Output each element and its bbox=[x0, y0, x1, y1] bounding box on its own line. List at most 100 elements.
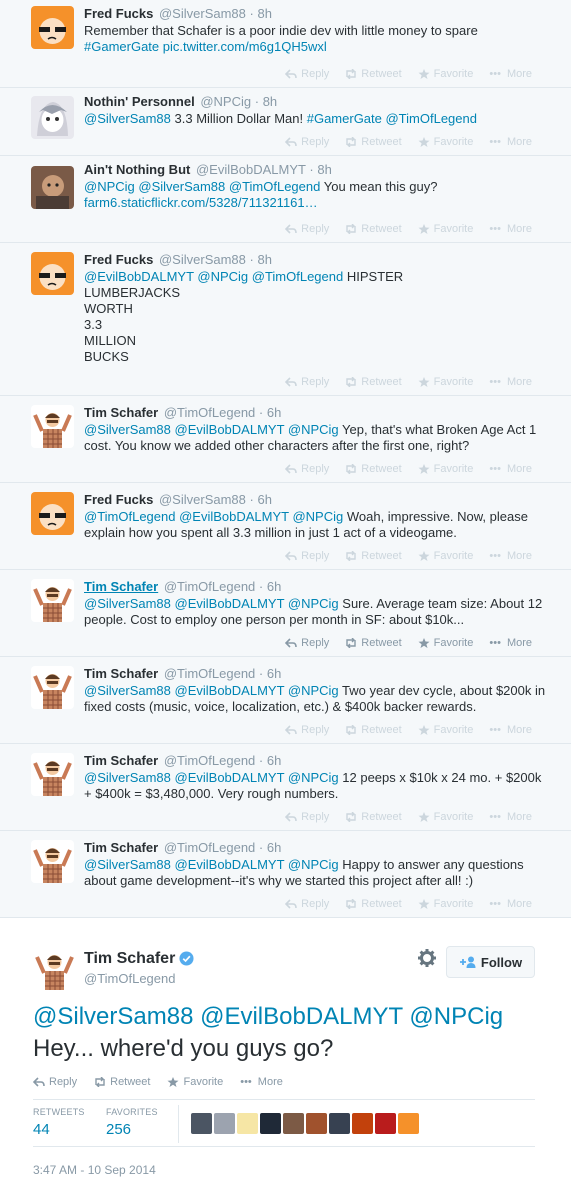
favorite-button[interactable]: Favorite bbox=[418, 549, 473, 563]
tweet[interactable]: Tim Schafer @TimOfLegend · 6h @SilverSam… bbox=[0, 657, 571, 744]
favorite-button[interactable]: Favorite bbox=[418, 636, 473, 650]
favorite-button[interactable]: Favorite bbox=[418, 222, 473, 236]
author-name[interactable]: Nothin' Personnel bbox=[84, 94, 195, 109]
tweet-time[interactable]: 6h bbox=[267, 753, 281, 768]
follow-button[interactable]: Follow bbox=[446, 946, 535, 978]
author-name[interactable]: Tim Schafer bbox=[84, 405, 158, 420]
reply-button[interactable]: Reply bbox=[285, 723, 329, 737]
reply-button[interactable]: Reply bbox=[33, 1076, 77, 1088]
mention-link[interactable]: @SilverSam88 @EvilBobDALMYT @NPCig bbox=[84, 770, 339, 785]
tweet-time[interactable]: 8h bbox=[263, 94, 277, 109]
avatar[interactable] bbox=[306, 1113, 327, 1134]
hashtag-link[interactable]: #GamerGate @TimOfLegend bbox=[307, 111, 477, 126]
url-link[interactable]: farm6.staticflickr.com/5328/711321161… bbox=[84, 195, 318, 210]
avatar[interactable] bbox=[214, 1113, 235, 1134]
author-name[interactable]: Fred Fucks bbox=[84, 252, 153, 267]
reply-button[interactable]: Reply bbox=[285, 897, 329, 911]
avatar[interactable] bbox=[31, 96, 74, 139]
favorite-button[interactable]: Favorite bbox=[418, 897, 473, 911]
author-name[interactable]: Tim Schafer bbox=[84, 840, 158, 855]
reply-button[interactable]: Reply bbox=[285, 135, 329, 149]
avatar[interactable] bbox=[31, 166, 74, 209]
mention-link[interactable]: @SilverSam88 @EvilBobDALMYT @NPCig bbox=[84, 596, 339, 611]
author-handle[interactable]: @SilverSam88 bbox=[159, 252, 246, 267]
tweet[interactable]: Fred Fucks @SilverSam88 · 8h @EvilBobDAL… bbox=[0, 243, 571, 396]
favorites-stat[interactable]: FAVORITES 256 bbox=[106, 1107, 158, 1138]
reply-button[interactable]: Reply bbox=[285, 222, 329, 236]
author-name[interactable]: Fred Fucks bbox=[84, 6, 153, 21]
tweet[interactable]: Fred Fucks @SilverSam88 · 6h @TimOfLegen… bbox=[0, 483, 571, 570]
author-name[interactable]: Tim Schafer bbox=[84, 579, 158, 594]
reply-button[interactable]: Reply bbox=[285, 375, 329, 389]
tweet[interactable]: Tim Schafer @TimOfLegend · 6h @SilverSam… bbox=[0, 831, 571, 918]
more-button[interactable]: ••• More bbox=[489, 462, 532, 476]
favorite-button[interactable]: Favorite bbox=[418, 375, 473, 389]
retweet-button[interactable]: Retweet bbox=[345, 135, 402, 149]
more-button[interactable]: ••• More bbox=[489, 375, 532, 389]
reply-button[interactable]: Reply bbox=[285, 67, 329, 81]
more-button[interactable]: ••• More bbox=[489, 636, 532, 650]
favorite-button[interactable]: Favorite bbox=[418, 723, 473, 737]
avatar[interactable] bbox=[191, 1113, 212, 1134]
author-handle[interactable]: @TimOfLegend bbox=[164, 405, 255, 420]
retweet-button[interactable]: Retweet bbox=[345, 897, 402, 911]
mention-link[interactable]: @SilverSam88 bbox=[84, 111, 171, 126]
author-handle[interactable]: @TimOfLegend bbox=[84, 971, 175, 986]
mention-link[interactable]: @SilverSam88 @EvilBobDALMYT @NPCig bbox=[84, 422, 339, 437]
reply-button[interactable]: Reply bbox=[285, 549, 329, 563]
author-name[interactable]: Tim Schafer bbox=[84, 950, 175, 968]
tweet-time[interactable]: 8h bbox=[257, 252, 271, 267]
hashtag-link[interactable]: #GamerGate pic.twitter.com/m6g1QH5wxl bbox=[84, 39, 327, 54]
retweet-button[interactable]: Retweet bbox=[345, 222, 402, 236]
retweets-stat[interactable]: RETWEETS 44 bbox=[33, 1107, 85, 1138]
favorite-button[interactable]: Favorite bbox=[418, 810, 473, 824]
avatar[interactable] bbox=[283, 1113, 304, 1134]
retweet-button[interactable]: Retweet bbox=[345, 549, 402, 563]
reply-button[interactable]: Reply bbox=[285, 810, 329, 824]
tweet[interactable]: Tim Schafer @TimOfLegend · 6h @SilverSam… bbox=[0, 396, 571, 483]
mention-link[interactable]: @TimOfLegend @EvilBobDALMYT @NPCig bbox=[84, 509, 343, 524]
avatar[interactable] bbox=[31, 666, 74, 709]
avatar[interactable] bbox=[398, 1113, 419, 1134]
author-handle[interactable]: @EvilBobDALMYT bbox=[196, 162, 306, 177]
tweet-time[interactable]: 6h bbox=[267, 840, 281, 855]
retweet-button[interactable]: Retweet bbox=[345, 375, 402, 389]
avatar[interactable] bbox=[31, 579, 74, 622]
more-button[interactable]: ••• More bbox=[489, 897, 532, 911]
author-name[interactable]: Tim Schafer bbox=[84, 666, 158, 681]
author-name[interactable]: Ain't Nothing But bbox=[84, 162, 190, 177]
author-handle[interactable]: @NPCig bbox=[200, 94, 251, 109]
gear-icon[interactable] bbox=[417, 948, 437, 968]
avatar[interactable] bbox=[31, 840, 74, 883]
tweet[interactable]: Fred Fucks @SilverSam88 · 8h Remember th… bbox=[0, 0, 571, 88]
more-button[interactable]: ••• More bbox=[240, 1076, 283, 1088]
more-button[interactable]: ••• More bbox=[489, 810, 532, 824]
more-button[interactable]: ••• More bbox=[489, 723, 532, 737]
more-button[interactable]: ••• More bbox=[489, 135, 532, 149]
mention-link[interactable]: @SilverSam88 @EvilBobDALMYT @NPCig bbox=[33, 1001, 503, 1033]
retweet-button[interactable]: Retweet bbox=[345, 723, 402, 737]
avatar[interactable] bbox=[31, 492, 74, 535]
tweet[interactable]: Tim Schafer @TimOfLegend · 6h @SilverSam… bbox=[0, 744, 571, 831]
avatar[interactable] bbox=[375, 1113, 396, 1134]
tweet-time[interactable]: 8h bbox=[317, 162, 331, 177]
favorite-button[interactable]: Favorite bbox=[418, 135, 473, 149]
tweet-time[interactable]: 6h bbox=[267, 579, 281, 594]
favorite-button[interactable]: Favorite bbox=[418, 462, 473, 476]
mention-link[interactable]: @EvilBobDALMYT @NPCig @TimOfLegend bbox=[84, 269, 343, 284]
avatar[interactable] bbox=[31, 252, 74, 295]
mention-link[interactable]: @SilverSam88 @EvilBobDALMYT @NPCig bbox=[84, 683, 339, 698]
author-handle[interactable]: @TimOfLegend bbox=[164, 753, 255, 768]
avatar[interactable] bbox=[31, 753, 74, 796]
avatar[interactable] bbox=[329, 1113, 350, 1134]
author-handle[interactable]: @SilverSam88 bbox=[159, 6, 246, 21]
mention-link[interactable]: @NPCig @SilverSam88 @TimOfLegend bbox=[84, 179, 320, 194]
retweet-button[interactable]: Retweet bbox=[94, 1076, 150, 1088]
reply-button[interactable]: Reply bbox=[285, 636, 329, 650]
avatar[interactable] bbox=[260, 1113, 281, 1134]
retweet-button[interactable]: Retweet bbox=[345, 67, 402, 81]
author-name[interactable]: Fred Fucks bbox=[84, 492, 153, 507]
more-button[interactable]: ••• More bbox=[489, 222, 532, 236]
mention-link[interactable]: @SilverSam88 @EvilBobDALMYT @NPCig bbox=[84, 857, 339, 872]
tweet-time[interactable]: 6h bbox=[267, 666, 281, 681]
